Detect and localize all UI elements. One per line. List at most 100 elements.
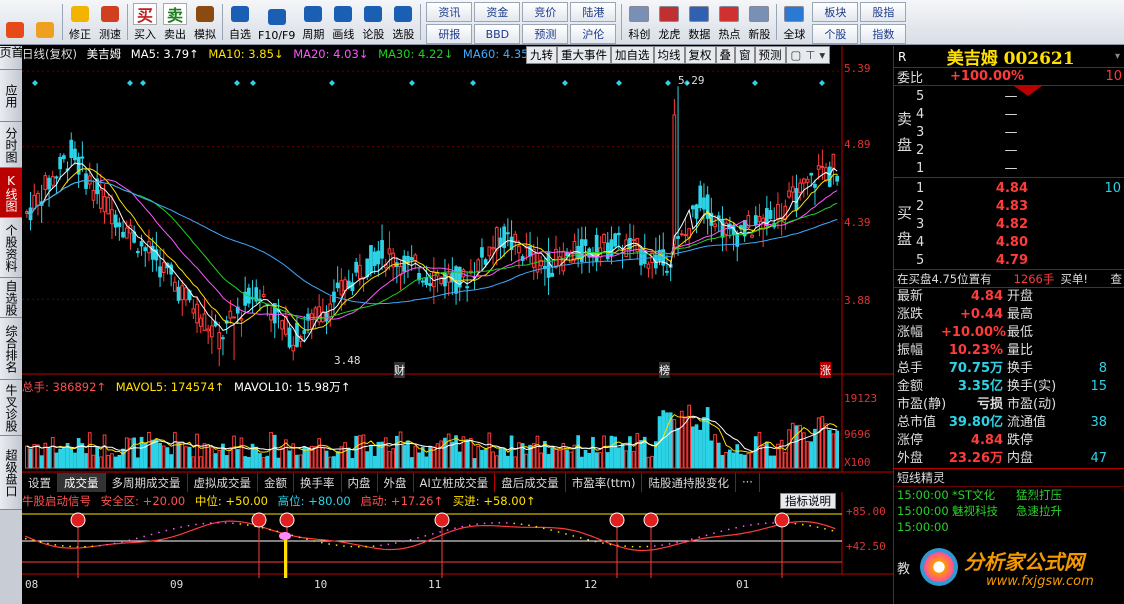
buy-level-row[interactable]: 4 4.80 <box>916 233 1121 251</box>
vol-tab-12[interactable]: ··· <box>736 473 760 492</box>
gavel-button[interactable]: 模拟 <box>190 0 220 44</box>
toolbar-label: 论股 <box>362 28 385 41</box>
sidebar-tab-5[interactable]: 自选股 <box>0 278 22 318</box>
vol-tab-0[interactable]: 设置 <box>22 473 58 492</box>
candle <box>709 197 714 242</box>
pin-icon[interactable]: ⊤ <box>805 47 815 63</box>
f10-doc-button[interactable]: F10/F9 <box>255 0 298 44</box>
indicator-dot <box>32 539 34 542</box>
buy-level-row[interactable]: 5 4.79 <box>916 251 1121 269</box>
lock-icon[interactable]: ▢ <box>791 47 802 63</box>
chart-header-button-1[interactable]: 重大事件 <box>557 46 611 64</box>
chart-header-button-4[interactable]: 复权 <box>684 46 716 64</box>
volume-bar <box>598 452 603 469</box>
sell-level-row[interactable]: 4— <box>916 105 1116 123</box>
window-grid-button[interactable] <box>0 0 30 44</box>
chart-header-button-5[interactable]: 叠 <box>715 46 735 64</box>
dropdown-chevron-icon[interactable]: ▾ <box>1115 51 1120 62</box>
vol-tab-3[interactable]: 虚拟成交量 <box>188 473 258 492</box>
chart-header-button-7[interactable]: 预测 <box>754 46 786 64</box>
elf-title[interactable]: 短线精灵 <box>894 469 945 486</box>
quick-0-button[interactable]: 资讯 <box>426 2 473 22</box>
quick-1-button[interactable]: 资金 <box>474 2 521 22</box>
back-arrow-button[interactable] <box>30 0 60 44</box>
market-2-button[interactable]: 个股 <box>812 24 859 44</box>
stock-pick-button[interactable]: 选股 <box>388 0 418 44</box>
quick-4-button[interactable]: 研报 <box>426 24 473 44</box>
vol-tab-4[interactable]: 金额 <box>258 473 294 492</box>
dragon-tiger-button[interactable]: 龙虎 <box>654 0 684 44</box>
chart-header-button-3[interactable]: 均线 <box>653 46 685 64</box>
quick-6-button[interactable]: 预测 <box>522 24 569 44</box>
buy-level-row[interactable]: 1 4.84 10 <box>916 179 1121 197</box>
hot-button[interactable]: 热点 <box>714 0 744 44</box>
sidebar-tab-1[interactable]: 应用 <box>0 70 22 122</box>
event-mark-zhang[interactable]: 涨 <box>820 362 831 378</box>
vol-tab-9[interactable]: 盘后成交量 <box>495 473 566 492</box>
quick-2-button[interactable]: 竞价 <box>522 2 569 22</box>
quick-7-button[interactable]: 沪伦 <box>570 24 617 44</box>
kline-chart-area[interactable]: 日线(复权) 美吉姆 MA5: 3.79↑ MA10: 3.85↓ MA20: … <box>22 46 893 594</box>
indicator-dot <box>387 543 390 546</box>
pe-data-button[interactable]: 数据 <box>684 0 714 44</box>
sidebar-tab-0[interactable]: 首页 <box>0 46 24 70</box>
sidebar-tab-7[interactable]: 牛叉诊股 <box>0 380 22 436</box>
ipo-button[interactable]: 新股 <box>744 0 774 44</box>
sell-level-row[interactable]: 1— <box>916 159 1116 177</box>
vol-tab-10[interactable]: 市盈率(ttm) <box>566 473 643 492</box>
buy-button[interactable]: 买买入 <box>130 0 160 44</box>
kechuang-button[interactable]: 科创 <box>624 0 654 44</box>
candle <box>269 306 273 333</box>
up-down-arrows-button[interactable]: 修正 <box>65 0 95 44</box>
sidebar-tab-6[interactable]: 综合排名 <box>0 318 22 380</box>
sell-level-row[interactable]: 2— <box>916 141 1116 159</box>
market-0-button[interactable]: 板块 <box>812 2 859 22</box>
vol-tick-2: 9696 <box>844 428 871 441</box>
quick-5-button[interactable]: BBD <box>474 24 521 44</box>
sidebar-tab-8[interactable]: 超级盘口 <box>0 436 22 510</box>
toolbar-label: 画线 <box>332 28 355 41</box>
sell-level-row[interactable]: 3— <box>916 123 1116 141</box>
market-3-button[interactable]: 指数 <box>860 24 907 44</box>
dropdown-icon[interactable]: ▾ <box>819 47 825 63</box>
sidebar-tab-4[interactable]: 个股资料 <box>0 218 22 278</box>
chart-header-button-0[interactable]: 九转 <box>526 46 557 64</box>
buy-note-button[interactable]: 查 <box>1111 271 1124 287</box>
volume-bar <box>95 447 100 469</box>
vol-tab-5[interactable]: 换手率 <box>294 473 342 492</box>
chart-header-button-6[interactable]: 窗 <box>735 46 755 64</box>
elf-item[interactable]: 15:00:00 <box>894 519 1124 535</box>
vol-tab-1[interactable]: 成交量 <box>58 473 106 492</box>
sell-button[interactable]: 卖卖出 <box>160 0 190 44</box>
elf-item[interactable]: 15:00:00 魅视科技 急速拉升 <box>894 503 1124 519</box>
vol-tab-6[interactable]: 内盘 <box>342 473 378 492</box>
event-mark-bang[interactable]: 榜 <box>659 362 670 378</box>
event-mark-cai[interactable]: 财 <box>394 362 405 378</box>
discuss-button[interactable]: 论股 <box>358 0 388 44</box>
vol-tab-11[interactable]: 陆股通持股变化 <box>642 473 736 492</box>
vol-tab-2[interactable]: 多周期成交量 <box>106 473 188 492</box>
volume-bar <box>254 446 259 469</box>
watchlist-star-button[interactable]: 自选 <box>225 0 255 44</box>
globe-button[interactable]: 全球 <box>779 0 809 44</box>
candle <box>639 248 643 276</box>
period-clock-button[interactable]: 周期 <box>298 0 328 44</box>
candle <box>654 237 658 275</box>
candle <box>420 278 425 287</box>
sidebar-tab-2[interactable]: 分时图 <box>0 122 22 168</box>
buy-level-row[interactable]: 2 4.83 <box>916 197 1121 215</box>
speed-test-button[interactable]: 测速 <box>95 0 125 44</box>
indicator-help-button[interactable]: 指标说明 <box>780 493 836 509</box>
sidebar-tab-3[interactable]: K线图 <box>0 168 22 218</box>
chart-header-button-2[interactable]: 加自选 <box>611 46 654 64</box>
vol-tab-8[interactable]: AI立桩成交量 <box>414 473 496 492</box>
market-1-button[interactable]: 股指 <box>860 2 907 22</box>
quick-3-button[interactable]: 陆港 <box>570 2 617 22</box>
vol-tab-7[interactable]: 外盘 <box>378 473 414 492</box>
draw-pencil-button[interactable]: 画线 <box>328 0 358 44</box>
sell-level-row[interactable]: 5— <box>916 87 1116 105</box>
buy-level-row[interactable]: 3 4.82 <box>916 215 1121 233</box>
elf-item[interactable]: 15:00:00 *ST文化 猛烈打压 <box>894 487 1124 503</box>
volume-bar <box>210 447 214 469</box>
candlestick-svg[interactable] <box>22 46 893 594</box>
